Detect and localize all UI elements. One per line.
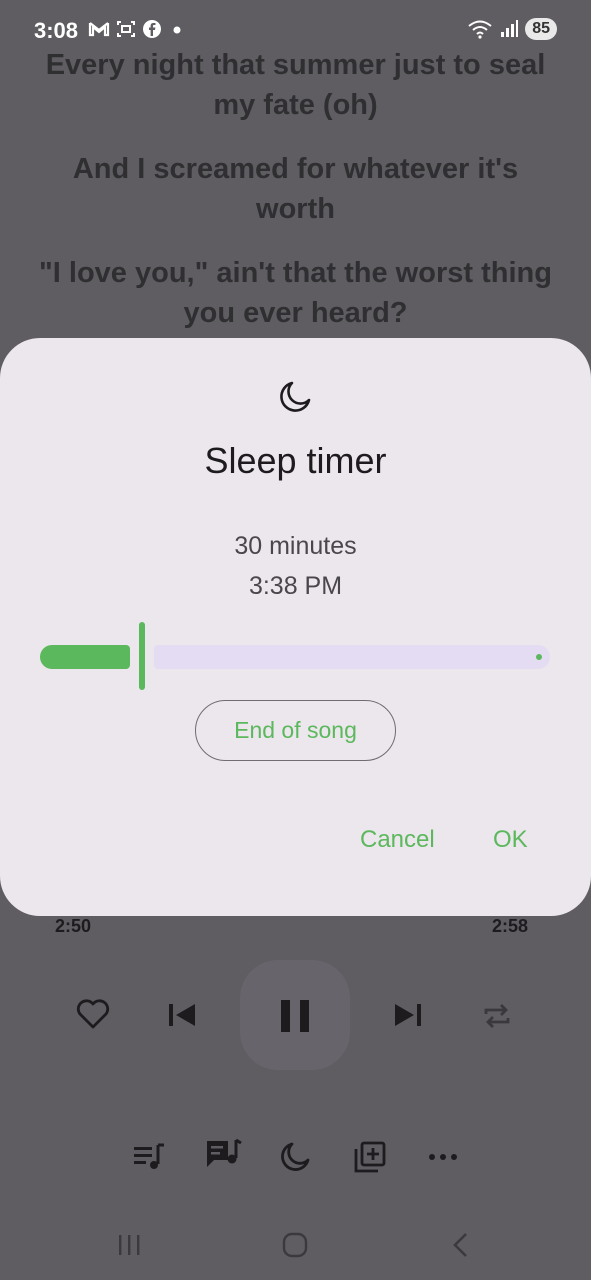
heart-icon[interactable] bbox=[76, 998, 110, 1030]
elapsed-time: 2:50 bbox=[55, 916, 92, 936]
more-options-icon[interactable] bbox=[428, 1152, 458, 1162]
sleep-timer-icon[interactable] bbox=[278, 1140, 312, 1174]
slider-filled-track bbox=[40, 645, 130, 669]
timer-slider[interactable] bbox=[40, 622, 550, 692]
end-of-song-button[interactable]: End of song bbox=[195, 700, 396, 761]
sleep-timer-dialog: Sleep timer 30 minutes 3:38 PM End of so… bbox=[0, 338, 591, 916]
gmail-icon bbox=[88, 22, 110, 37]
lyric-line: And I screamed for whatever it's worth bbox=[72, 153, 519, 225]
slider-thumb[interactable] bbox=[139, 622, 145, 690]
status-bar: 3:08 85 bbox=[0, 0, 591, 60]
slider-remaining-track bbox=[154, 645, 550, 669]
lyrics-icon[interactable] bbox=[204, 1138, 242, 1174]
facebook-icon bbox=[143, 20, 161, 38]
cancel-button[interactable]: Cancel bbox=[360, 826, 435, 854]
notification-icons bbox=[88, 19, 187, 39]
timer-end-time: 3:38 PM bbox=[248, 572, 343, 600]
next-icon[interactable] bbox=[392, 1000, 424, 1030]
add-to-playlist-icon[interactable] bbox=[353, 1140, 387, 1174]
wifi-icon bbox=[468, 20, 492, 39]
home-icon[interactable] bbox=[281, 1231, 309, 1259]
status-right: 85 bbox=[467, 18, 557, 40]
play-pause-button[interactable] bbox=[240, 960, 350, 1070]
back-icon[interactable] bbox=[448, 1231, 472, 1259]
battery-indicator: 85 bbox=[525, 18, 557, 40]
ok-button[interactable]: OK bbox=[493, 826, 528, 854]
queue-icon[interactable] bbox=[132, 1142, 166, 1172]
repeat-icon[interactable] bbox=[481, 1000, 513, 1032]
lyric-line: "I love you," ain't that the worst thing… bbox=[39, 257, 552, 329]
pause-icon bbox=[281, 1000, 309, 1032]
dialog-title: Sleep timer bbox=[204, 440, 387, 481]
system-navigation-bar bbox=[0, 1222, 591, 1272]
lyrics-view: Every night that summer just to seal my … bbox=[30, 45, 561, 357]
recent-apps-icon[interactable] bbox=[116, 1232, 142, 1258]
playback-controls bbox=[0, 960, 591, 1070]
previous-icon[interactable] bbox=[166, 1000, 198, 1030]
total-duration: 2:58 bbox=[492, 916, 529, 936]
dot-icon bbox=[173, 26, 181, 34]
signal-icon bbox=[501, 20, 519, 37]
slider-end-dot bbox=[536, 654, 542, 660]
screenshot-icon bbox=[117, 21, 135, 37]
timer-duration: 30 minutes bbox=[234, 532, 357, 560]
status-time: 3:08 bbox=[34, 18, 79, 43]
bottom-actions bbox=[0, 1138, 591, 1178]
moon-icon bbox=[280, 381, 311, 412]
